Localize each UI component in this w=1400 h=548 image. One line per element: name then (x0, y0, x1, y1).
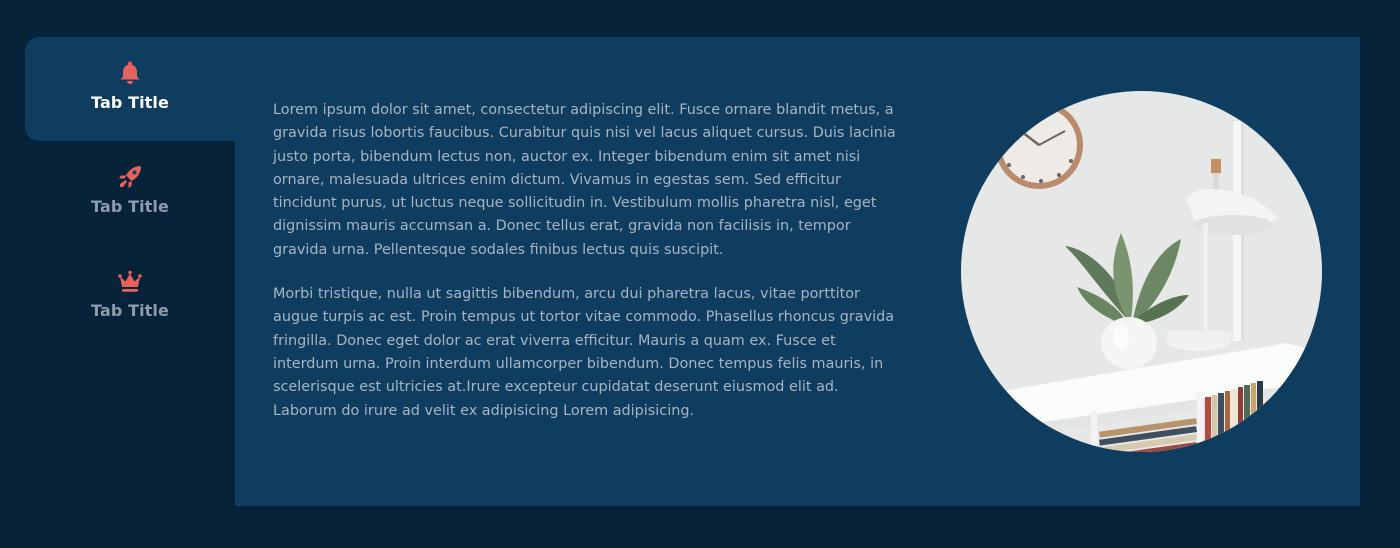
rocket-icon (119, 166, 141, 188)
tab-crown[interactable]: Tab Title (25, 245, 235, 349)
room-photo (961, 91, 1322, 452)
tab-label: Tab Title (91, 197, 169, 216)
crown-icon (118, 270, 142, 292)
tab-label: Tab Title (91, 301, 169, 320)
wall-clock (995, 101, 1083, 189)
tab-label: Tab Title (91, 93, 169, 112)
bell-icon (120, 61, 140, 84)
tabs-widget: Tab Title Tab Title Tab Title Lorem ipsu… (25, 37, 1360, 506)
tab-content-text: Lorem ipsum dolor sit amet, consectetur … (273, 99, 903, 444)
paragraph: Morbi tristique, nulla ut sagittis biben… (273, 286, 895, 419)
tab-content-panel: Lorem ipsum dolor sit amet, consectetur … (235, 37, 1360, 506)
tab-bell[interactable]: Tab Title (25, 37, 235, 141)
paragraph: Lorem ipsum dolor sit amet, consectetur … (273, 102, 896, 258)
tab-rocket[interactable]: Tab Title (25, 141, 235, 245)
tab-list: Tab Title Tab Title Tab Title (25, 37, 235, 349)
